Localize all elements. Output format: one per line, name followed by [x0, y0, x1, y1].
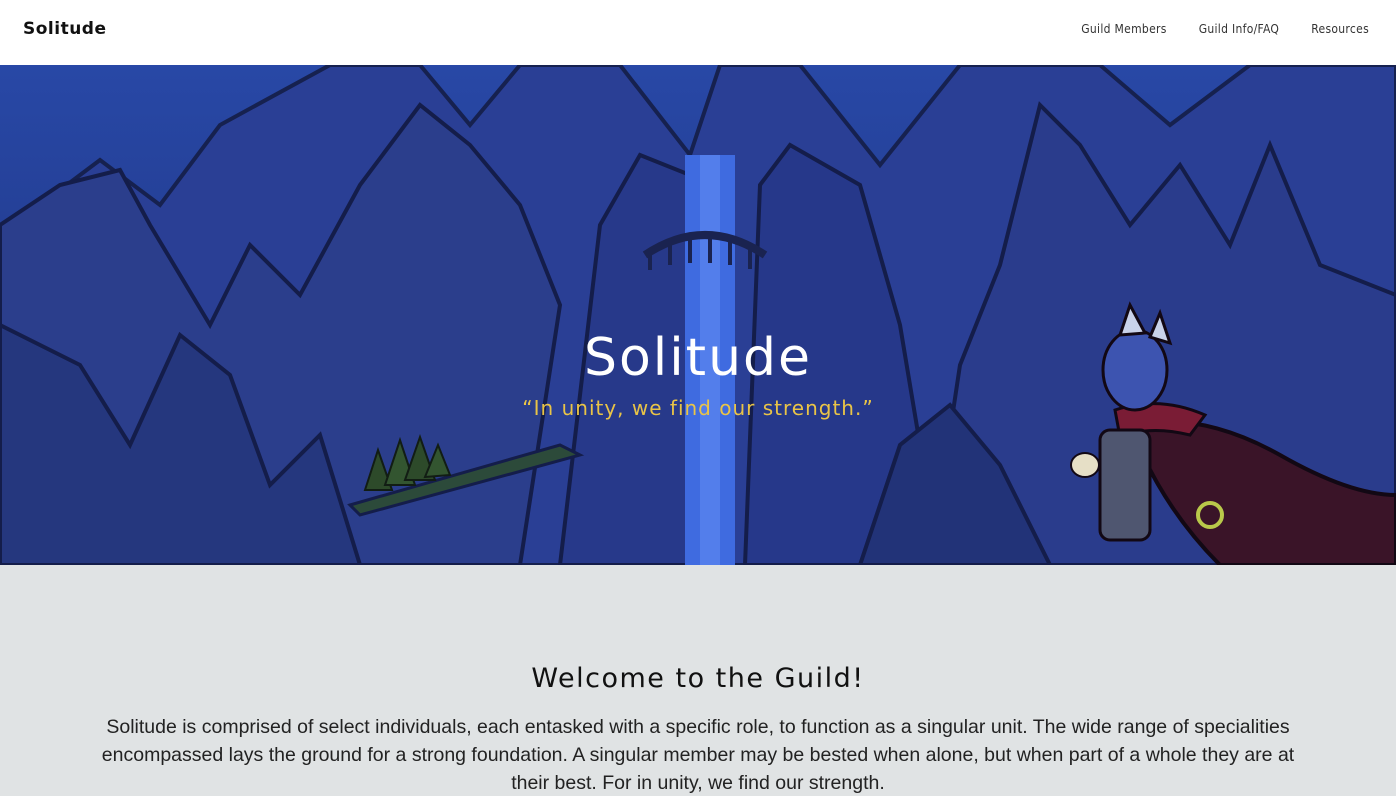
hero-background-illustration: [0, 65, 1396, 565]
site-header: Solitude Guild Members Guild Info/FAQ Re…: [0, 0, 1396, 65]
main-nav: Guild Members Guild Info/FAQ Resources: [1081, 22, 1369, 36]
hero-title: Solitude: [583, 328, 813, 388]
welcome-description: Solitude is comprised of select individu…: [101, 716, 1295, 794]
nav-guild-members[interactable]: Guild Members: [1081, 22, 1166, 36]
nav-guild-info-faq[interactable]: Guild Info/FAQ: [1199, 22, 1280, 36]
site-logo[interactable]: Solitude: [23, 19, 107, 39]
welcome-heading: Welcome to the Guild!: [531, 663, 865, 694]
hero-motto: “In unity, we find our strength.”: [522, 396, 874, 420]
welcome-section: Welcome to the Guild! Solitude is compri…: [0, 565, 1396, 796]
hero-banner: Solitude “In unity, we find our strength…: [0, 65, 1396, 565]
nav-resources[interactable]: Resources: [1311, 22, 1369, 36]
